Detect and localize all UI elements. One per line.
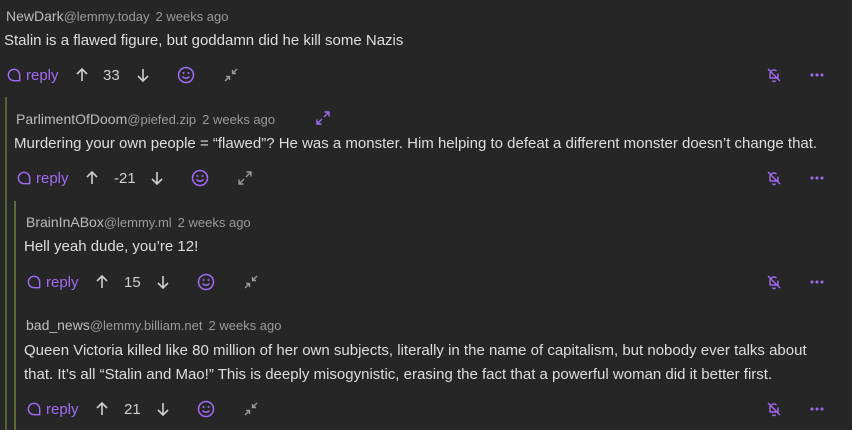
emoji-reaction-button[interactable] xyxy=(197,397,215,421)
expand-arrows-icon xyxy=(316,111,330,125)
comment-meta: bad_news@lemmy.billiam.net 2 weeks ago xyxy=(26,317,281,333)
collapse-arrows-icon xyxy=(244,402,258,416)
upvote-button[interactable] xyxy=(85,166,99,190)
reply-label: reply xyxy=(46,400,79,418)
more-dots-icon xyxy=(810,407,824,411)
mute-button[interactable] xyxy=(766,63,782,87)
bell-off-icon xyxy=(766,67,782,83)
arrow-up-icon xyxy=(75,67,89,83)
arrow-up-icon xyxy=(95,401,109,417)
collapse-button[interactable] xyxy=(244,397,258,421)
comment-timestamp: 2 weeks ago xyxy=(177,215,251,230)
comment-username[interactable]: NewDark xyxy=(6,8,64,24)
smiley-icon xyxy=(197,273,215,291)
mute-button[interactable] xyxy=(766,166,782,190)
comment-actions: reply 15 xyxy=(0,270,852,294)
bell-off-icon xyxy=(766,401,782,417)
expand-button[interactable] xyxy=(238,166,252,190)
reply-label: reply xyxy=(26,66,59,84)
collapse-button[interactable] xyxy=(244,270,258,294)
smiley-icon xyxy=(197,400,215,418)
arrow-down-icon xyxy=(150,170,164,186)
vote-score: 33 xyxy=(103,66,120,84)
bell-off-icon xyxy=(766,274,782,290)
comment-actions: reply -21 xyxy=(0,166,852,190)
comment-instance[interactable]: @lemmy.ml xyxy=(104,215,172,230)
thread-line-level-2 xyxy=(14,201,16,430)
collapse-arrows-icon xyxy=(224,68,238,82)
vote-score: 15 xyxy=(124,273,141,291)
comment-actions: reply 33 xyxy=(0,63,852,87)
comment-meta: ParlimentOfDoom@piefed.zip 2 weeks ago xyxy=(16,111,275,127)
comment-bubble-icon xyxy=(27,275,41,289)
reply-button[interactable]: reply xyxy=(7,63,59,87)
comment-timestamp: 2 weeks ago xyxy=(202,112,276,127)
comment-timestamp: 2 weeks ago xyxy=(208,318,282,333)
reply-label: reply xyxy=(46,273,79,291)
upvote-button[interactable] xyxy=(95,270,109,294)
comment-username[interactable]: bad_news xyxy=(26,317,90,333)
vote-score: -21 xyxy=(114,169,136,187)
mute-button[interactable] xyxy=(766,270,782,294)
downvote-button[interactable] xyxy=(136,63,150,87)
comment-meta: NewDark@lemmy.today 2 weeks ago xyxy=(6,8,229,24)
comment-meta: BrainInABox@lemmy.ml 2 weeks ago xyxy=(26,214,251,230)
upvote-button[interactable] xyxy=(95,397,109,421)
comment-instance[interactable]: @lemmy.billiam.net xyxy=(90,318,203,333)
downvote-button[interactable] xyxy=(156,270,170,294)
bell-off-icon xyxy=(766,170,782,186)
vote-score: 21 xyxy=(124,400,141,418)
comment-username[interactable]: BrainInABox xyxy=(26,214,104,230)
thread-line-level-1 xyxy=(5,97,7,430)
arrow-up-icon xyxy=(95,274,109,290)
smiley-icon xyxy=(177,66,195,84)
downvote-button[interactable] xyxy=(150,166,164,190)
collapse-button[interactable] xyxy=(224,63,238,87)
expand-arrows-icon xyxy=(238,171,252,185)
comment-instance[interactable]: @lemmy.today xyxy=(64,9,150,24)
comment-timestamp: 2 weeks ago xyxy=(155,9,229,24)
arrow-up-icon xyxy=(85,170,99,186)
emoji-reaction-button[interactable] xyxy=(191,166,209,190)
comment-actions: reply 21 xyxy=(0,397,852,421)
reply-label: reply xyxy=(36,169,69,187)
more-options-button[interactable] xyxy=(810,166,824,190)
arrow-down-icon xyxy=(156,401,170,417)
expand-button[interactable] xyxy=(316,111,330,125)
comment-username[interactable]: ParlimentOfDoom xyxy=(16,111,127,127)
comment-instance[interactable]: @piefed.zip xyxy=(127,112,196,127)
comment-body: Hell yeah dude, you’re 12! xyxy=(24,238,199,255)
emoji-reaction-button[interactable] xyxy=(177,63,195,87)
more-options-button[interactable] xyxy=(810,397,824,421)
comment-bubble-icon xyxy=(7,68,21,82)
mute-button[interactable] xyxy=(766,397,782,421)
comment-body: Murdering your own people = “flawed”? He… xyxy=(14,135,818,152)
reply-button[interactable]: reply xyxy=(17,166,69,190)
emoji-reaction-button[interactable] xyxy=(197,270,215,294)
comment-body: Stalin is a flawed figure, but goddamn d… xyxy=(4,32,404,49)
reply-button[interactable]: reply xyxy=(27,397,79,421)
comment-bubble-icon xyxy=(27,402,41,416)
arrow-down-icon xyxy=(156,274,170,290)
more-dots-icon xyxy=(810,280,824,284)
more-options-button[interactable] xyxy=(810,63,824,87)
more-dots-icon xyxy=(810,73,824,77)
downvote-button[interactable] xyxy=(156,397,170,421)
comment-bubble-icon xyxy=(17,171,31,185)
more-options-button[interactable] xyxy=(810,270,824,294)
more-dots-icon xyxy=(810,176,824,180)
reply-button[interactable]: reply xyxy=(27,270,79,294)
comment-body-line-2: that. It’s all “Stalin and Mao!” This is… xyxy=(24,366,773,383)
arrow-down-icon xyxy=(136,67,150,83)
smiley-icon xyxy=(191,169,209,187)
collapse-arrows-icon xyxy=(244,275,258,289)
upvote-button[interactable] xyxy=(75,63,89,87)
comment-body-line-1: Queen Victoria killed like 80 million of… xyxy=(24,342,807,359)
